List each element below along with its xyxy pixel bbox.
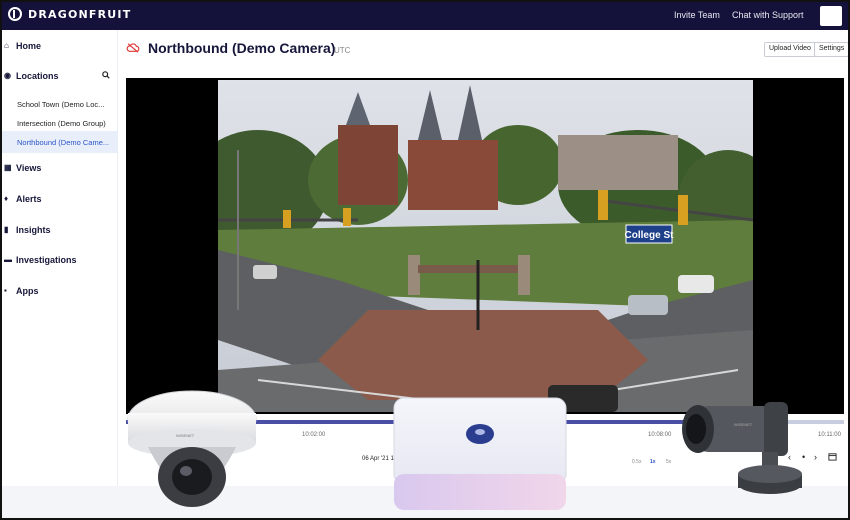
- bullet-camera-image: WISENET: [682, 402, 802, 494]
- sidebar-item-label: Investigations: [16, 255, 77, 265]
- sidebar-item-label: Alerts: [16, 194, 42, 204]
- gateway-device-image: [393, 397, 567, 510]
- timeline-time-label: 10:02:00: [302, 432, 326, 438]
- brand-name: DRAGONFRUIT: [28, 7, 132, 21]
- dragonfruit-logo-icon: [8, 7, 22, 21]
- window-control-button[interactable]: [820, 6, 842, 26]
- speed-option[interactable]: 0.5x: [632, 459, 641, 465]
- sidebar-item-home[interactable]: ⌂ Home: [2, 36, 118, 56]
- calendar-icon[interactable]: [828, 452, 837, 463]
- brand[interactable]: DRAGONFRUIT: [8, 7, 131, 21]
- invite-team-link[interactable]: Invite Team: [674, 10, 720, 20]
- timezone-label: UTC: [334, 46, 351, 55]
- timeline-time-label: 10:08:00: [648, 432, 672, 438]
- sidebar-item-investigations[interactable]: ▬ Investigations: [2, 250, 118, 270]
- bullet-camera-brand: WISENET: [734, 422, 753, 427]
- sidebar-item-alerts[interactable]: ♦ Alerts: [2, 189, 118, 209]
- sidebar-item-label: Locations: [16, 71, 59, 81]
- sidebar-item-label: Home: [16, 41, 42, 51]
- sidebar-item-label: Views: [16, 163, 42, 173]
- home-icon: ⌂: [4, 41, 9, 50]
- chart-icon: ▮: [4, 225, 9, 234]
- page-title: Northbound (Demo Camera): [148, 40, 336, 56]
- sidebar-item-apps[interactable]: ▪ Apps: [2, 281, 118, 301]
- video-player[interactable]: College St: [126, 78, 844, 414]
- bell-icon: ♦: [4, 194, 9, 203]
- step-forward-button[interactable]: ›: [814, 452, 817, 462]
- dome-camera-image: WISENET: [127, 390, 257, 507]
- app-window: DRAGONFRUIT Invite Team Chat with Suppor…: [0, 0, 850, 520]
- sidebar-item-insights[interactable]: ▮ Insights: [2, 220, 118, 240]
- apps-icon: ▪: [4, 286, 7, 295]
- sidebar-item-label: Apps: [16, 286, 39, 296]
- location-item-northbound[interactable]: Northbound (Demo Came...: [2, 131, 118, 153]
- location-pin-icon: ◉: [4, 71, 11, 80]
- upload-video-button[interactable]: Upload Video: [764, 42, 816, 57]
- top-bar: DRAGONFRUIT Invite Team Chat with Suppor…: [2, 2, 848, 30]
- sidebar: ⌂ Home ◉ Locations School Town (Demo Loc…: [2, 30, 118, 500]
- camera-feed-frame[interactable]: College St: [218, 80, 753, 412]
- settings-button[interactable]: Settings: [814, 42, 848, 57]
- timeline-time-label: 10:11:00: [818, 432, 841, 438]
- speed-option-selected[interactable]: 1x: [650, 459, 656, 465]
- chat-support-link[interactable]: Chat with Support: [732, 10, 804, 20]
- street-sign-text: College St: [625, 230, 675, 241]
- speed-option[interactable]: 5x: [666, 459, 671, 465]
- folder-icon: ▬: [4, 255, 12, 264]
- search-icon[interactable]: [102, 71, 110, 81]
- cloud-off-icon: [126, 43, 140, 53]
- dome-camera-brand: WISENET: [176, 433, 195, 438]
- camera-header: Northbound (Demo Camera) UTC Upload Vide…: [118, 30, 848, 70]
- sidebar-item-locations[interactable]: ◉ Locations: [2, 66, 118, 86]
- sidebar-item-views[interactable]: ▦ Views: [2, 158, 118, 178]
- grid-icon: ▦: [4, 163, 12, 172]
- sidebar-item-label: Insights: [16, 225, 51, 235]
